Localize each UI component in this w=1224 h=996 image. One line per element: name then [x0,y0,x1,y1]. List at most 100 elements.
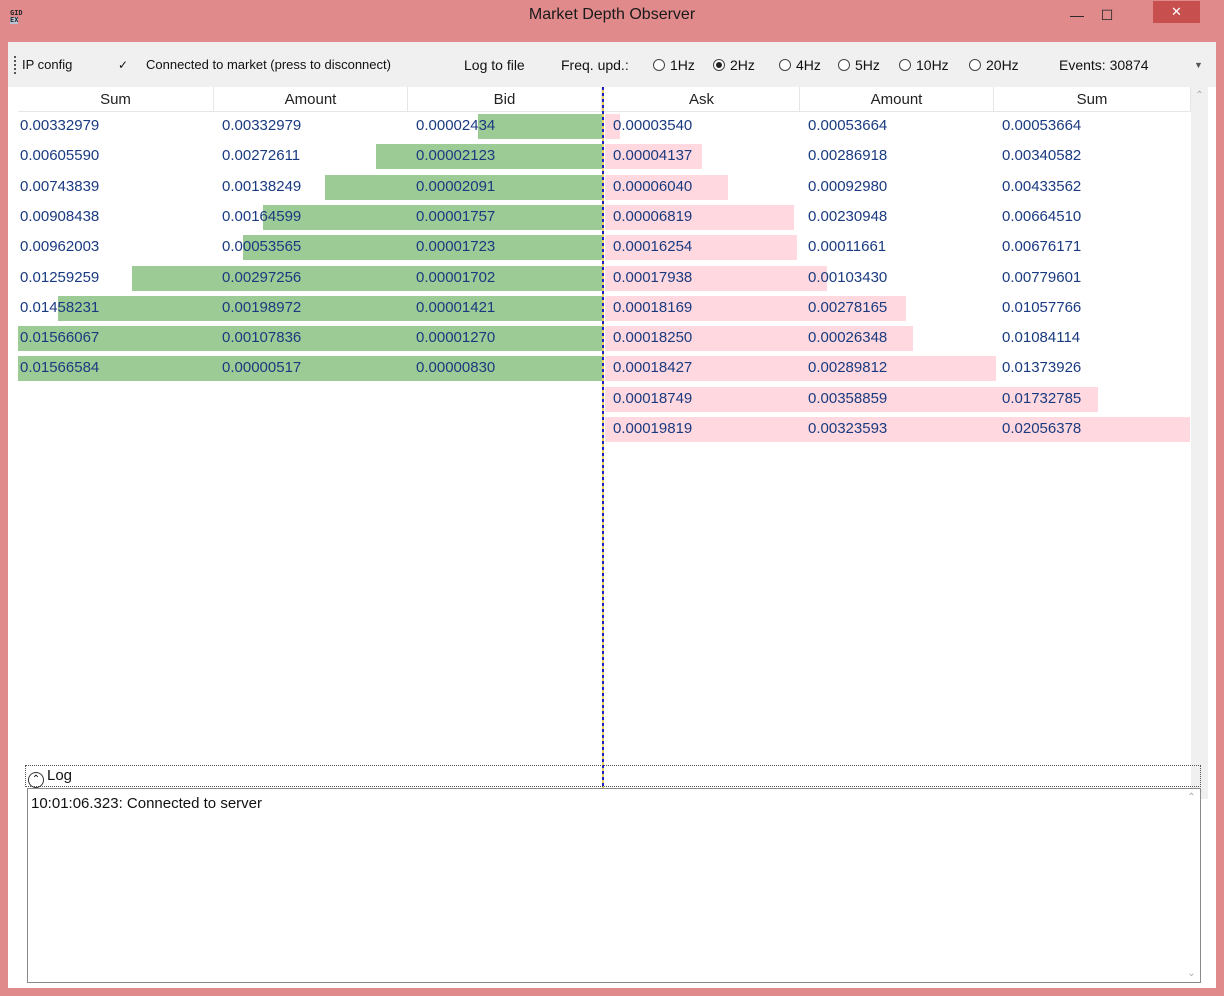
ask-row[interactable]: 0.00016254 0.00011661 0.00676171 [8,234,1191,264]
freq-option-2hz[interactable]: 2Hz [713,54,755,76]
ask-price-cell: 0.00019819 [613,420,693,437]
ask-price-cell: 0.00006819 [613,208,693,225]
scroll-up-icon[interactable]: ⌃ [1191,87,1208,104]
log-scrollbar[interactable]: ⌃ ⌄ [1183,789,1200,982]
ask-sum-cell: 0.01732785 [1002,390,1082,407]
order-book-grid: Sum Amount Bid Ask Amount Sum 0.00332979… [8,87,1216,802]
log-title: Log [47,767,73,784]
minimize-icon: — [1070,7,1084,23]
ask-sum-cell: 0.00340582 [1002,147,1082,164]
ask-amount-cell: 0.00026348 [808,329,888,346]
spread-divider [602,87,604,799]
ask-price-cell: 0.00018749 [613,390,693,407]
ask-price-cell: 0.00017938 [613,269,693,286]
ask-price-cell: 0.00006040 [613,178,693,195]
ask-price-cell: 0.00003540 [613,117,693,134]
ask-price-cell: 0.00004137 [613,147,693,164]
ask-price-cell: 0.00018169 [613,299,693,316]
ip-config-button[interactable]: IP config [22,54,72,76]
freq-option-label: 4Hz [796,57,821,73]
ask-amount-cell: 0.00092980 [808,178,888,195]
chevron-up-icon[interactable]: ⌃ [28,772,44,788]
ask-sum-cell: 0.00664510 [1002,208,1082,225]
connect-toggle-button[interactable]: Connected to market (press to disconnect… [146,54,391,76]
radio-icon [779,59,791,71]
freq-option-4hz[interactable]: 4Hz [779,54,821,76]
events-counter: Events: 30874 [1059,57,1149,73]
freq-label: Freq. upd.: [561,57,629,73]
ask-row[interactable]: 0.00006040 0.00092980 0.00433562 [8,174,1191,204]
radio-icon [838,59,850,71]
ask-amount-cell: 0.00103430 [808,269,888,286]
close-button[interactable]: ✕ [1153,1,1200,23]
freq-option-1hz[interactable]: 1Hz [653,54,695,76]
minimize-button[interactable]: — [1062,0,1092,30]
ask-row[interactable]: 0.00018169 0.00278165 0.01057766 [8,295,1191,325]
ask-sum-cell: 0.00433562 [1002,178,1082,195]
ask-sum-cell: 0.02056378 [1002,420,1082,437]
radio-icon [899,59,911,71]
ask-price-cell: 0.00018427 [613,359,693,376]
freq-option-5hz[interactable]: 5Hz [838,54,880,76]
ask-sum-cell: 0.00676171 [1002,238,1082,255]
ask-amount-cell: 0.00011661 [808,238,887,255]
freq-option-20hz[interactable]: 20Hz [969,54,1019,76]
ask-amount-cell: 0.00230948 [808,208,888,225]
ask-sum-cell: 0.01057766 [1002,299,1082,316]
ask-sum-cell: 0.00779601 [1002,269,1082,286]
freq-option-10hz[interactable]: 10Hz [899,54,949,76]
toolbar-overflow-icon[interactable]: ▼ [1194,60,1203,70]
log-textbox[interactable]: 10:01:06.323: Connected to server ⌃ ⌄ [27,788,1201,983]
ask-row[interactable]: 0.00018427 0.00289812 0.01373926 [8,355,1191,385]
grid-scrollbar[interactable]: ⌃ ⌄ [1191,87,1208,799]
log-expander[interactable]: ⌃ Log [25,765,1201,788]
header-bid-sum[interactable]: Sum [18,87,214,112]
ask-amount-cell: 0.00286918 [808,147,888,164]
close-icon: ✕ [1171,4,1182,19]
ask-amount-cell: 0.00278165 [808,299,888,316]
freq-option-label: 5Hz [855,57,880,73]
scroll-down-icon[interactable]: ⌄ [1183,965,1200,982]
ask-sum-cell: 0.00053664 [1002,117,1082,134]
header-ask-sum[interactable]: Sum [994,87,1191,112]
ask-price-cell: 0.00016254 [613,238,693,255]
maximize-button[interactable]: ☐ [1092,0,1122,30]
maximize-icon: ☐ [1100,7,1114,23]
scroll-up-icon[interactable]: ⌃ [1183,789,1200,806]
radio-icon [653,59,665,71]
log-line: 10:01:06.323: Connected to server [31,795,262,812]
check-icon: ✓ [118,58,129,72]
ask-row[interactable]: 0.00018749 0.00358859 0.01732785 [8,386,1191,416]
freq-option-label: 1Hz [670,57,695,73]
ask-depth-bar [605,417,1190,442]
header-bid-amount[interactable]: Amount [214,87,408,112]
ask-sum-cell: 0.01084114 [1002,329,1081,346]
radio-icon [969,59,981,71]
title-bar[interactable]: GID EX Market Depth Observer — ☐ ✕ [0,0,1224,42]
header-bid-price[interactable]: Bid [408,87,602,112]
ask-row[interactable]: 0.00017938 0.00103430 0.00779601 [8,265,1191,295]
ask-row[interactable]: 0.00019819 0.00323593 0.02056378 [8,416,1191,446]
ask-amount-cell: 0.00053664 [808,117,888,134]
ask-amount-cell: 0.00358859 [808,390,888,407]
ask-sum-cell: 0.01373926 [1002,359,1082,376]
radio-checked-icon [713,59,725,71]
header-ask-amount[interactable]: Amount [800,87,994,112]
ask-price-cell: 0.00018250 [613,329,693,346]
freq-option-label: 10Hz [916,57,949,73]
app-window: GID EX Market Depth Observer — ☐ ✕ IP co… [0,0,1224,996]
ask-amount-cell: 0.00323593 [808,420,888,437]
toolbar-grip[interactable] [14,56,16,74]
ask-row[interactable]: 0.00006819 0.00230948 0.00664510 [8,204,1191,234]
ask-amount-cell: 0.00289812 [808,359,888,376]
ask-row[interactable]: 0.00018250 0.00026348 0.01084114 [8,325,1191,355]
client-area: IP config ✓ Connected to market (press t… [8,42,1216,988]
log-to-file-button[interactable]: Log to file [464,54,525,76]
window-title: Market Depth Observer [528,6,696,23]
toolbar: IP config ✓ Connected to market (press t… [8,42,1216,87]
ask-row[interactable]: 0.00003540 0.00053664 0.00053664 [8,113,1191,143]
ask-row[interactable]: 0.00004137 0.00286918 0.00340582 [8,143,1191,173]
header-ask-price[interactable]: Ask [604,87,800,112]
freq-option-label: 20Hz [986,57,1019,73]
freq-option-label: 2Hz [730,57,755,73]
